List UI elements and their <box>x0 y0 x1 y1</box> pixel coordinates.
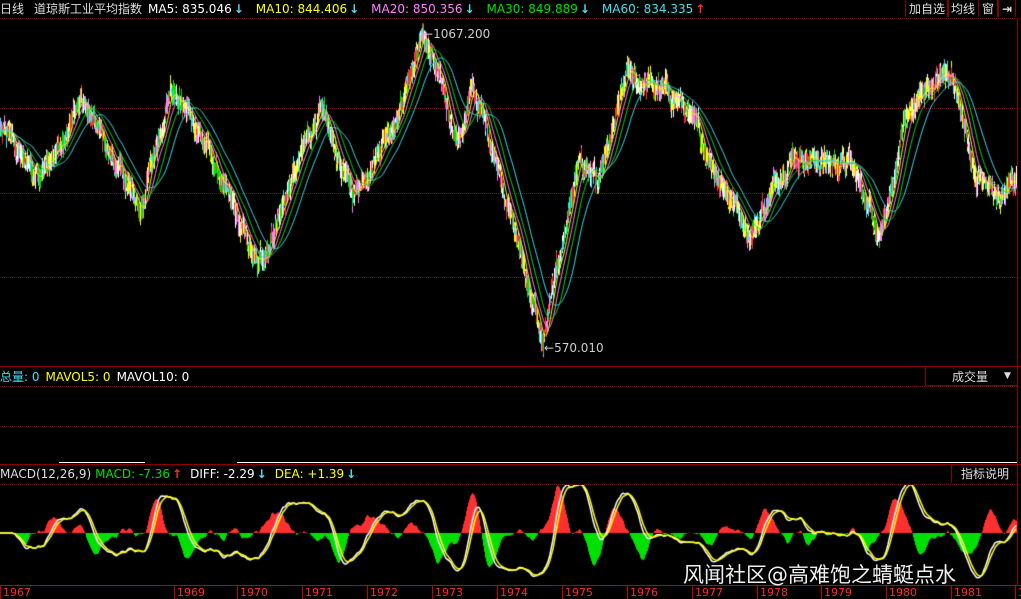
x-axis-tick: 1976 <box>627 586 658 599</box>
high-price-marker: ←1067.200 <box>423 27 490 41</box>
x-axis-tick: 1975 <box>562 586 593 599</box>
gridline <box>0 426 1017 427</box>
macd-header: MACD(12,26,9) MACD: -7.36 ↑ DIFF: -2.29 … <box>0 465 358 482</box>
x-axis-tick: 1974 <box>497 586 528 599</box>
arrow-up-icon: ↑ <box>695 1 706 16</box>
ma-value-4: MA60: 834.335 <box>601 1 694 16</box>
volume-baseline <box>237 462 1017 463</box>
x-axis-tick: 1971 <box>302 586 333 599</box>
arrow-down-icon: ↓ <box>233 1 244 16</box>
price-header: 日线 道琼斯工业平均指数 MA5: 835.046 ↓ MA10: 844.406 ↓… <box>0 0 709 17</box>
left-arrow-icon: ← <box>423 27 434 41</box>
ma-value-3: MA30: 849.889 <box>486 1 578 16</box>
dea-value: DEA: +1.39 <box>274 466 345 481</box>
collapse-panel-icon[interactable]: ⇥ <box>998 0 1017 17</box>
mavol5: MAVOL5: 0 <box>45 369 111 384</box>
add-to-watchlist-button[interactable]: 加自选 <box>905 0 950 17</box>
window-button[interactable]: 窗 <box>978 0 999 17</box>
high-price-label: 1067.200 <box>433 27 491 41</box>
x-axis-tick: 1970 <box>237 586 268 599</box>
watermark: 风闻社区@高难饱之蜻蜓点水 <box>683 563 956 587</box>
diff-value: DIFF: -2.29 <box>190 466 255 481</box>
x-axis-tick: 1973 <box>432 586 463 599</box>
panel-divider <box>0 366 1021 367</box>
x-axis-tick: 1982 <box>1015 586 1021 599</box>
arrow-down-icon: ↓ <box>464 1 475 16</box>
indicator-help-button[interactable]: 指标说明 <box>951 465 1018 483</box>
ma-value-0: MA5: 835.046 <box>148 1 232 16</box>
right-border <box>1017 18 1018 585</box>
mavol10: MAVOL10: 0 <box>116 369 190 384</box>
price-chart-canvas[interactable] <box>0 19 1017 366</box>
left-arrow-icon: ← <box>544 341 555 355</box>
ma-value-1: MA10: 844.406 <box>255 1 348 16</box>
ma-value-2: MA20: 850.356 <box>371 1 463 16</box>
ma-values: MA5: 835.046 ↓ MA10: 844.406 ↓ MA20: 850.356… <box>148 2 707 16</box>
volume-header: 总量: 0 MAVOL5: 0 MAVOL10: 0 <box>0 368 191 385</box>
total-volume: 总量: 0 <box>0 370 40 384</box>
x-axis-tick: 1969 <box>174 586 205 599</box>
arrow-down-icon: ↓ <box>349 1 360 16</box>
low-price-label: 570.010 <box>554 341 604 355</box>
index-name: 道琼斯工业平均指数 <box>34 2 143 16</box>
ma-lines-button[interactable]: 均线 <box>947 0 980 17</box>
gridline <box>0 386 1017 387</box>
volume-baseline <box>59 462 145 463</box>
arrow-down-icon: ↓ <box>256 466 267 481</box>
low-price-marker: ←570.010 <box>544 341 604 355</box>
indicator-selector[interactable]: 成交量 ▼ <box>925 367 1018 386</box>
arrow-up-icon: ↑ <box>172 466 183 481</box>
period-label[interactable]: 日线 <box>0 0 24 17</box>
dropdown-arrow-icon: ▼ <box>1004 371 1011 381</box>
x-axis-tick: 1967 <box>0 586 31 599</box>
macd-value: MACD: -7.36 <box>95 466 171 481</box>
indicator-selector-label: 成交量 <box>952 369 989 384</box>
macd-name: MACD(12,26,9) <box>0 466 92 481</box>
arrow-down-icon: ↓ <box>346 466 357 481</box>
arrow-down-icon: ↓ <box>579 1 590 16</box>
x-axis-tick: 1972 <box>367 586 398 599</box>
